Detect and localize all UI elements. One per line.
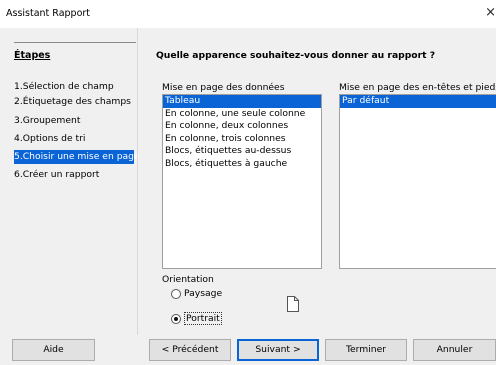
page-question: Quelle apparence souhaitez-vous donner a… [156, 50, 436, 61]
step-item-field-selection[interactable]: 1.Sélection de champ [14, 80, 116, 94]
list-item[interactable]: Par défaut [340, 95, 496, 108]
list-item[interactable]: Tableau [163, 95, 321, 108]
panel-separator [137, 28, 138, 335]
step-item-grouping[interactable]: 3.Groupement [14, 114, 82, 128]
back-button[interactable]: < Précédent [149, 339, 231, 361]
step-item-sort-options[interactable]: 4.Options de tri [14, 132, 87, 146]
list-item[interactable]: Blocs, étiquettes à gauche [163, 158, 321, 171]
steps-panel: Étapes 1.Sélection de champ 2.Étiquetage… [0, 28, 140, 335]
document-portrait-icon [287, 296, 299, 312]
finish-button[interactable]: Terminer [325, 339, 407, 361]
help-button[interactable]: Aide [12, 339, 95, 361]
dialog-body: Étapes 1.Sélection de champ 2.Étiquetage… [0, 28, 496, 335]
landscape-label[interactable]: Paysage [184, 288, 222, 299]
landscape-radio[interactable] [171, 288, 181, 299]
button-bar: Aide < Précédent Suivant > Terminer Annu… [0, 335, 496, 365]
list-item[interactable]: En colonne, une seule colonne [163, 108, 321, 121]
cancel-button[interactable]: Annuler [413, 339, 496, 361]
close-icon[interactable]: × [482, 3, 496, 23]
step-item-choose-layout[interactable]: 5.Choisir une mise en page [14, 150, 140, 164]
layout-panel: Quelle apparence souhaitez-vous donner a… [145, 28, 496, 335]
steps-heading: Étapes [14, 50, 51, 61]
step-item-field-labels[interactable]: 2.Étiquetage des champs [14, 95, 133, 109]
portrait-label[interactable]: Portrait [184, 312, 222, 325]
window-title: Assistant Rapport [6, 8, 91, 19]
data-layout-label: Mise en page des données [162, 82, 285, 93]
portrait-option[interactable]: Portrait [171, 312, 222, 325]
list-item[interactable]: En colonne, deux colonnes [163, 120, 321, 133]
orientation-label: Orientation [162, 274, 214, 285]
portrait-radio[interactable] [171, 313, 181, 324]
steps-divider [14, 42, 136, 43]
header-layout-list[interactable]: Par défaut [339, 94, 496, 269]
step-item-create-report[interactable]: 6.Créer un rapport [14, 168, 101, 182]
title-bar: Assistant Rapport × [0, 0, 496, 28]
list-item[interactable]: Blocs, étiquettes au-dessus [163, 145, 321, 158]
header-layout-label: Mise en page des en-têtes et pieds de [339, 82, 496, 93]
list-item[interactable]: En colonne, trois colonnes [163, 133, 321, 146]
next-button[interactable]: Suivant > [237, 339, 319, 361]
data-layout-list[interactable]: Tableau En colonne, une seule colonne En… [162, 94, 322, 269]
landscape-option[interactable]: Paysage [171, 287, 222, 300]
